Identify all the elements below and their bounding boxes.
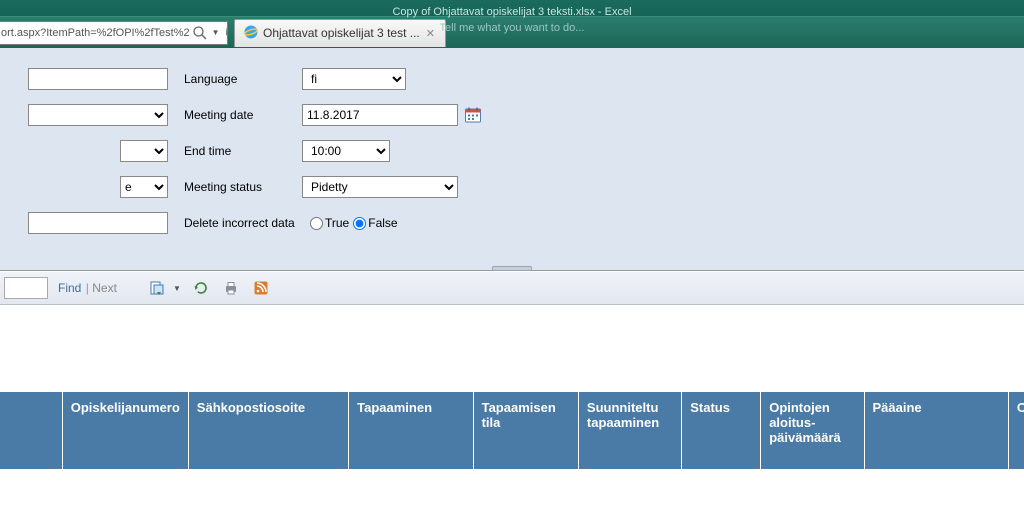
- find-link[interactable]: Find: [58, 281, 81, 295]
- delete-data-radio-group: True False: [310, 216, 398, 230]
- meeting-status-label: Meeting status: [184, 180, 302, 194]
- language-select[interactable]: fi: [302, 68, 406, 90]
- param-select-4[interactable]: e: [120, 176, 168, 198]
- export-dropdown-arrow-icon[interactable]: ▼: [173, 284, 181, 293]
- column-header-blank[interactable]: [0, 392, 62, 470]
- close-tab-icon[interactable]: ✕: [424, 27, 437, 40]
- browser-chrome: ort.aspx?ItemPath=%2fOPI%2fTest%2 ▼ Ohja…: [0, 16, 1024, 48]
- address-bar-controls: ▼: [192, 24, 228, 41]
- column-header-status[interactable]: Status: [682, 392, 761, 470]
- refresh-report-icon[interactable]: [191, 278, 211, 298]
- report-table: Opiskelijanumero Sähkopostiosoite Tapaam…: [0, 391, 1024, 470]
- find-input[interactable]: [4, 277, 48, 299]
- calendar-icon[interactable]: [464, 106, 482, 124]
- param-input-5[interactable]: [28, 212, 168, 234]
- param-select-3[interactable]: [120, 140, 168, 162]
- table-header-row: Opiskelijanumero Sähkopostiosoite Tapaam…: [0, 392, 1024, 470]
- column-header-opintojen-aloitus[interactable]: Opintojen aloitus-päivämäärä: [761, 392, 864, 470]
- address-bar-text: ort.aspx?ItemPath=%2fOPI%2fTest%2: [1, 27, 190, 39]
- export-icon[interactable]: [147, 278, 167, 298]
- column-header-paaaine[interactable]: Pääaine: [864, 392, 1008, 470]
- browser-tab-title: Ohjattavat opiskelijat 3 test ...: [263, 26, 420, 40]
- column-header-tapaaminen[interactable]: Tapaaminen: [349, 392, 473, 470]
- meeting-status-select[interactable]: Pidetty: [302, 176, 458, 198]
- lock-icon: [224, 26, 228, 39]
- column-header-suunniteltu-tapaaminen[interactable]: Suunniteltu tapaaminen: [578, 392, 681, 470]
- print-icon[interactable]: [221, 278, 241, 298]
- ie-icon: [243, 24, 259, 43]
- address-dropdown-icon[interactable]: ▼: [210, 28, 222, 37]
- panel-splitter[interactable]: [492, 266, 532, 271]
- delete-data-label: Delete incorrect data: [184, 216, 310, 230]
- report-toolbar: Find | Next ▼: [0, 271, 1024, 305]
- end-time-select[interactable]: 10:00: [302, 140, 390, 162]
- browser-tab[interactable]: Ohjattavat opiskelijat 3 test ... ✕: [234, 19, 446, 47]
- right-parameters-column: Language fi Meeting date End time 10:00 …: [184, 68, 482, 248]
- delete-false-radio[interactable]: [353, 217, 366, 230]
- report-body: [0, 305, 1024, 391]
- delete-true-option[interactable]: True: [310, 216, 349, 230]
- meeting-date-label: Meeting date: [184, 108, 302, 122]
- column-header-tapaamisen-tila[interactable]: Tapaamisen tila: [473, 392, 578, 470]
- report-parameters-panel: e Language fi Meeting date End time 10:0…: [0, 48, 1024, 271]
- column-header-truncated[interactable]: O: [1008, 392, 1024, 470]
- delete-false-option[interactable]: False: [353, 216, 397, 230]
- data-feed-icon[interactable]: [251, 278, 271, 298]
- param-select-2[interactable]: [28, 104, 168, 126]
- meeting-date-input[interactable]: [302, 104, 458, 126]
- param-input-1[interactable]: [28, 68, 168, 90]
- column-header-sahkopostiosoite[interactable]: Sähkopostiosoite: [188, 392, 348, 470]
- end-time-label: End time: [184, 144, 302, 158]
- search-icon[interactable]: [192, 25, 208, 41]
- column-header-opiskelijanumero[interactable]: Opiskelijanumero: [62, 392, 188, 470]
- address-bar[interactable]: ort.aspx?ItemPath=%2fOPI%2fTest%2 ▼: [0, 21, 228, 45]
- left-parameters-column: e: [0, 68, 168, 248]
- language-label: Language: [184, 72, 302, 86]
- delete-true-radio[interactable]: [310, 217, 323, 230]
- background-app-titlebar: ort.aspx?ItemPath=%2fOPI%2fTest%2 ▼ Ohja…: [0, 0, 1024, 48]
- find-next-link[interactable]: Next: [92, 281, 117, 295]
